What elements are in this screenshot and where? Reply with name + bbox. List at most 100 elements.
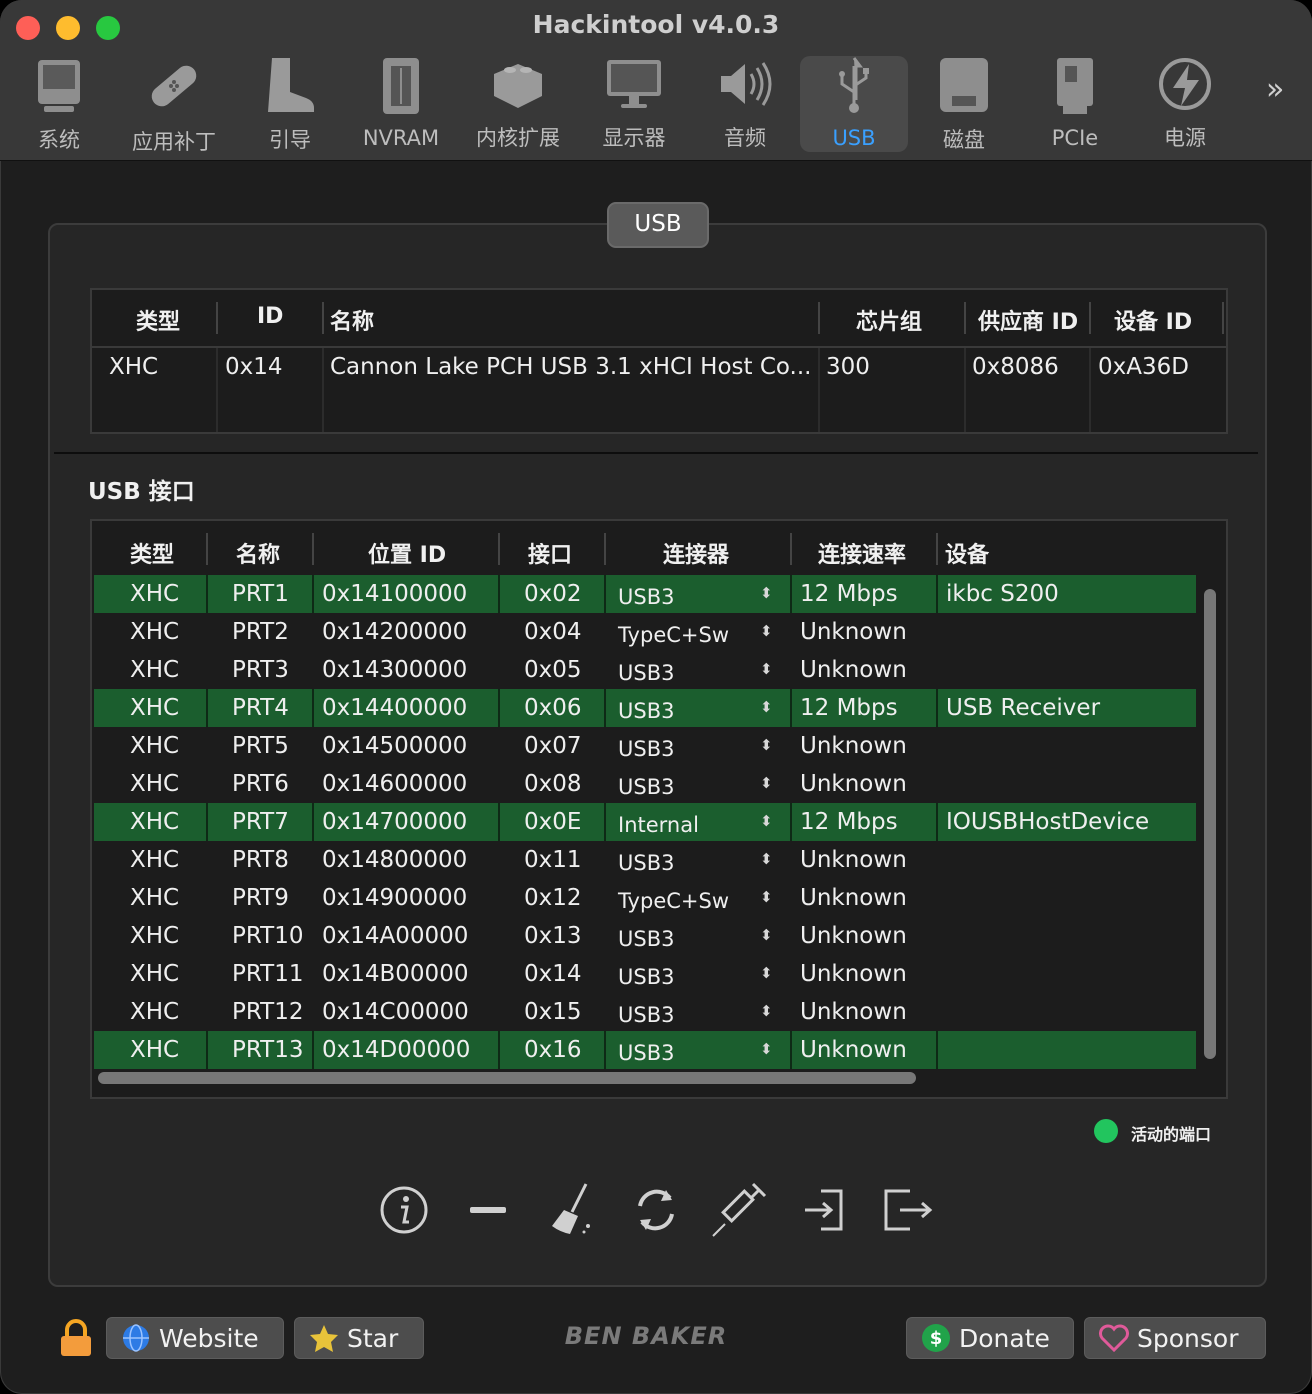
toolbar-overflow-button[interactable]: »: [1266, 72, 1284, 107]
port-row[interactable]: XHC PRT5 0x14500000 0x07 USB3 Unknown ⬍: [94, 727, 1196, 765]
toolbar-system[interactable]: 系统: [5, 56, 113, 152]
connector-stepper-icon[interactable]: ⬍: [760, 955, 773, 993]
port-connector[interactable]: USB3: [618, 692, 674, 730]
column-header[interactable]: 设备: [945, 537, 989, 569]
refresh-button[interactable]: [626, 1180, 686, 1240]
port-row[interactable]: XHC PRT11 0x14B00000 0x14 USB3 Unknown ⬍: [94, 955, 1196, 993]
clear-button[interactable]: [541, 1180, 601, 1240]
port-connector[interactable]: TypeC+Sw: [618, 616, 729, 654]
connector-stepper-icon[interactable]: ⬍: [760, 689, 773, 727]
port-number: 0x11: [524, 847, 582, 873]
port-row[interactable]: XHC PRT2 0x14200000 0x04 TypeC+Sw Unknown ⬍: [94, 613, 1196, 651]
column-header[interactable]: 设备 ID: [1114, 304, 1192, 336]
port-connector[interactable]: USB3: [618, 730, 674, 768]
info-button[interactable]: [374, 1180, 434, 1240]
connector-stepper-icon[interactable]: ⬍: [760, 1031, 773, 1069]
connector-stepper-icon[interactable]: ⬍: [760, 879, 773, 917]
port-connector[interactable]: TypeC+Sw: [618, 882, 729, 920]
port-row[interactable]: XHC PRT10 0x14A00000 0x13 USB3 Unknown ⬍: [94, 917, 1196, 955]
star-button[interactable]: Star: [294, 1317, 424, 1359]
port-connector[interactable]: USB3: [618, 958, 674, 996]
export-button[interactable]: [878, 1180, 938, 1240]
column-header[interactable]: 接口: [528, 537, 572, 569]
port-row[interactable]: XHC PRT3 0x14300000 0x05 USB3 Unknown ⬍: [94, 651, 1196, 689]
toolbar-patch[interactable]: 应用补丁: [120, 56, 228, 154]
connector-stepper-icon[interactable]: ⬍: [760, 575, 773, 613]
port-speed: Unknown: [800, 885, 907, 911]
toolbar-audio[interactable]: 音频: [691, 56, 799, 152]
website-button[interactable]: Website: [106, 1317, 284, 1359]
port-row[interactable]: XHC PRT13 0x14D00000 0x16 USB3 Unknown ⬍: [94, 1031, 1196, 1069]
port-row[interactable]: XHC PRT4 0x14400000 0x06 USB3 12 Mbps USB Rece…: [94, 689, 1196, 727]
lock-icon[interactable]: [58, 1318, 94, 1358]
column-rule: [322, 348, 324, 432]
sponsor-button[interactable]: Sponsor: [1084, 1317, 1266, 1359]
column-header[interactable]: 类型: [136, 304, 180, 336]
port-row[interactable]: XHC PRT9 0x14900000 0x12 TypeC+Sw Unknown ⬍: [94, 879, 1196, 917]
controller-name[interactable]: Cannon Lake PCH USB 3.1 xHCI Host Co...: [330, 354, 811, 380]
port-connector[interactable]: USB3: [618, 996, 674, 1034]
toolbar-pcie[interactable]: PCIe: [1021, 56, 1129, 152]
connector-stepper-icon[interactable]: ⬍: [760, 651, 773, 689]
controller-id[interactable]: 0x14: [225, 354, 283, 380]
column-header[interactable]: 位置 ID: [368, 537, 446, 569]
controller-chipset[interactable]: 300: [826, 354, 870, 380]
toolbar-usb[interactable]: USB: [800, 56, 908, 152]
connector-stepper-icon[interactable]: ⬍: [760, 841, 773, 879]
port-connector[interactable]: Internal: [618, 806, 699, 844]
connector-stepper-icon[interactable]: ⬍: [760, 803, 773, 841]
connector-stepper-icon[interactable]: ⬍: [760, 993, 773, 1031]
port-connector[interactable]: USB3: [618, 920, 674, 958]
column-header[interactable]: 芯片组: [856, 304, 922, 336]
toolbar-boot[interactable]: 引导: [236, 56, 344, 152]
horizontal-scrollbar[interactable]: [96, 1069, 1196, 1087]
column-separator: [936, 533, 938, 565]
port-speed: 12 Mbps: [800, 809, 898, 835]
cell-separator: [206, 803, 208, 841]
port-row[interactable]: XHC PRT8 0x14800000 0x11 USB3 Unknown ⬍: [94, 841, 1196, 879]
port-row[interactable]: XHC PRT12 0x14C00000 0x15 USB3 Unknown ⬍: [94, 993, 1196, 1031]
column-header[interactable]: 名称: [330, 304, 374, 336]
toolbar-nvram[interactable]: NVRAM: [347, 56, 455, 152]
controller-vendor-id[interactable]: 0x8086: [972, 354, 1059, 380]
connector-stepper-icon[interactable]: ⬍: [760, 727, 773, 765]
controller-device-id[interactable]: 0xA36D: [1098, 354, 1189, 380]
toolbar-kext[interactable]: 内核扩展: [464, 56, 572, 152]
port-speed: Unknown: [800, 771, 907, 797]
column-header[interactable]: 类型: [130, 537, 174, 569]
inject-button[interactable]: [709, 1180, 769, 1240]
column-header[interactable]: 名称: [236, 537, 280, 569]
port-row[interactable]: XHC PRT7 0x14700000 0x0E Internal 12 Mbps IOUS…: [94, 803, 1196, 841]
column-header[interactable]: 连接速率: [818, 537, 906, 569]
column-header[interactable]: 供应商 ID: [978, 304, 1078, 336]
vertical-scrollbar[interactable]: [1202, 585, 1218, 1063]
connector-stepper-icon[interactable]: ⬍: [760, 765, 773, 803]
column-header[interactable]: 连接器: [663, 537, 729, 569]
controller-type[interactable]: XHC: [109, 354, 158, 380]
port-number: 0x06: [524, 695, 582, 721]
column-header[interactable]: ID: [257, 304, 283, 329]
port-connector[interactable]: USB3: [618, 654, 674, 692]
port-connector[interactable]: USB3: [618, 844, 674, 882]
port-location-id: 0x14300000: [322, 657, 468, 683]
port-speed: Unknown: [800, 847, 907, 873]
toolbar-display[interactable]: 显示器: [580, 56, 688, 152]
toolbar-disk[interactable]: 磁盘: [910, 56, 1018, 152]
toolbar-power[interactable]: 电源: [1131, 56, 1239, 152]
port-connector[interactable]: USB3: [618, 768, 674, 806]
port-row[interactable]: XHC PRT6 0x14600000 0x08 USB3 Unknown ⬍: [94, 765, 1196, 803]
port-connector[interactable]: USB3: [618, 1034, 674, 1072]
connector-stepper-icon[interactable]: ⬍: [760, 613, 773, 651]
scroll-thumb[interactable]: [98, 1072, 916, 1084]
port-number: 0x12: [524, 885, 582, 911]
cell-separator: [498, 689, 500, 727]
remove-button[interactable]: [458, 1180, 518, 1240]
port-connector[interactable]: USB3: [618, 578, 674, 616]
connector-stepper-icon[interactable]: ⬍: [760, 917, 773, 955]
donate-button[interactable]: $ Donate: [906, 1317, 1074, 1359]
panel-tab-usb[interactable]: USB: [607, 202, 709, 248]
column-rule: [1089, 348, 1091, 432]
import-button[interactable]: [794, 1180, 854, 1240]
port-row[interactable]: XHC PRT1 0x14100000 0x02 USB3 12 Mbps ikbc S20…: [94, 575, 1196, 613]
scroll-thumb[interactable]: [1204, 589, 1216, 1059]
